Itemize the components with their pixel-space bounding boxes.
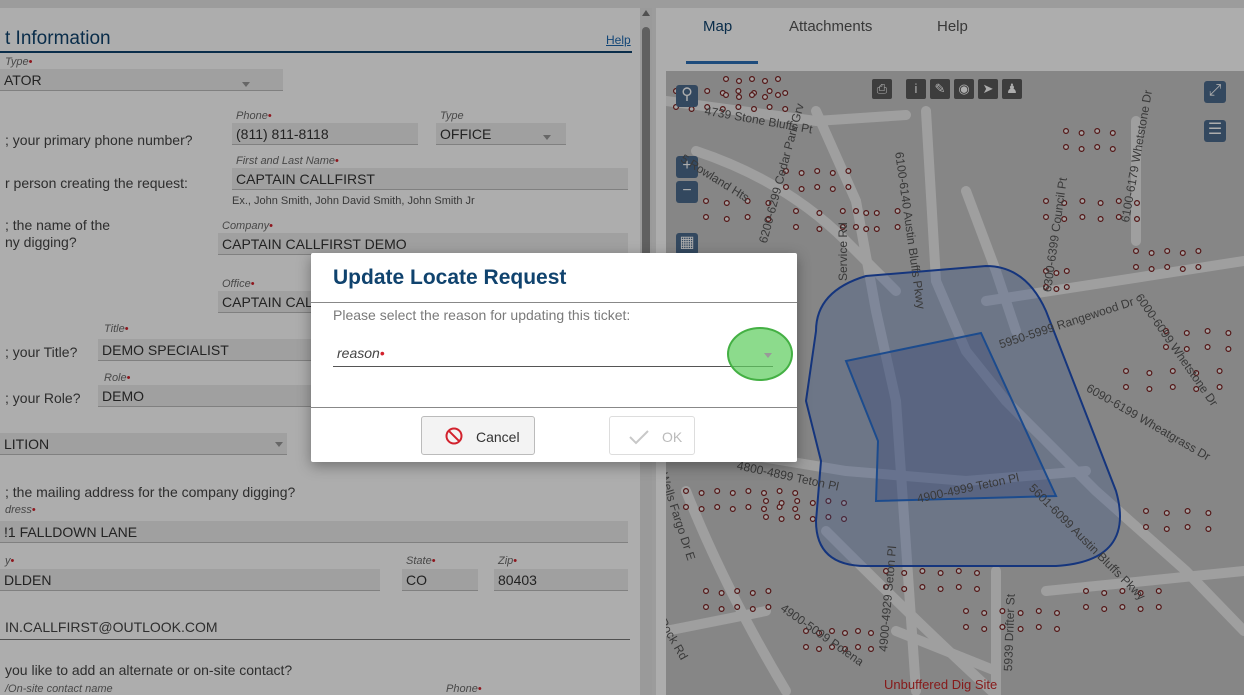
ok-button[interactable]: OK bbox=[609, 416, 695, 455]
update-locate-request-dialog: Update Locate Request Please select the … bbox=[311, 253, 797, 462]
chevron-down-icon[interactable] bbox=[764, 353, 772, 358]
cancel-button-label: Cancel bbox=[476, 429, 520, 445]
dialog-message: Please select the reason for updating th… bbox=[333, 307, 631, 323]
cancel-icon bbox=[445, 427, 463, 445]
ok-button-label: OK bbox=[662, 429, 683, 445]
checkmark-icon bbox=[629, 430, 649, 445]
dialog-title: Update Locate Request bbox=[333, 266, 567, 289]
reason-select[interactable]: reason• bbox=[333, 339, 773, 367]
dialog-divider bbox=[311, 302, 797, 303]
dialog-footer-divider bbox=[311, 407, 797, 408]
click-highlight bbox=[727, 327, 793, 381]
reason-select-label: reason• bbox=[337, 345, 385, 361]
cancel-button[interactable]: Cancel bbox=[421, 416, 535, 455]
